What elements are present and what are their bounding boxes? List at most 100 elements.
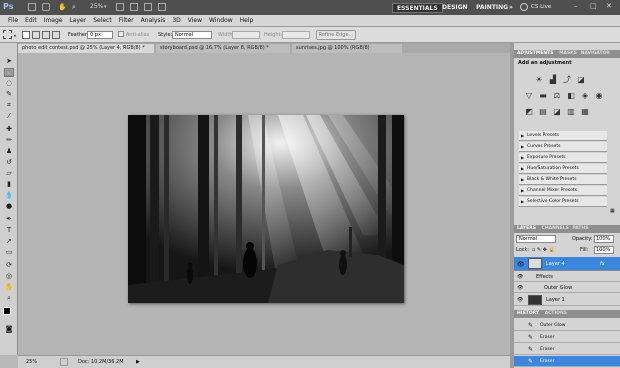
healing-brush-tool-icon[interactable]: ✚ (4, 125, 14, 134)
workspace-design[interactable]: DESIGN (438, 3, 472, 13)
preset-dropdown-icon[interactable]: ▾ (14, 33, 16, 38)
tab-navigator[interactable]: NAVIGATOR (581, 51, 610, 56)
history-item[interactable]: ✎ Eraser (514, 344, 620, 355)
shape-tool-icon[interactable]: ▭ (4, 248, 14, 257)
marquee-tool-icon[interactable]: ⬚ (4, 68, 14, 77)
adjustments-options-icon[interactable]: ▦ (610, 208, 615, 214)
vibrance-icon[interactable]: ▽ (524, 91, 534, 101)
zoom-level[interactable]: 25% (90, 3, 103, 11)
hue-saturation-icon[interactable]: ▬ (538, 91, 548, 101)
lasso-tool-icon[interactable]: ◌ (4, 79, 14, 88)
canvas-area[interactable] (18, 53, 510, 355)
curves-icon[interactable]: ⤴ (562, 75, 572, 85)
history-item[interactable]: ✎ Eraser (514, 356, 620, 367)
posterize-icon[interactable]: ▤ (538, 107, 548, 117)
camera-icon[interactable] (42, 3, 50, 11)
adjustment-preset-item[interactable]: Channel Mixer Presets (519, 186, 607, 196)
close-icon[interactable]: ✕ (606, 2, 612, 10)
tab-history[interactable]: HISTORY (517, 311, 539, 316)
arrange-documents-icon[interactable] (144, 3, 152, 11)
adjustment-preset-item[interactable]: Black & White Presets (519, 175, 607, 185)
color-balance-icon[interactable]: ⚖ (552, 91, 562, 101)
levels-icon[interactable]: ▟ (548, 75, 558, 85)
menu-view[interactable]: View (188, 15, 202, 27)
menu-image[interactable]: Image (44, 15, 63, 27)
menu-window[interactable]: Window (209, 15, 233, 27)
workspace-more[interactable]: » (505, 3, 517, 13)
tab-channels[interactable]: CHANNELS (542, 226, 569, 231)
gradient-map-icon[interactable]: ▥ (566, 107, 576, 117)
antialias-checkbox[interactable] (118, 31, 124, 37)
threshold-icon[interactable]: ◪ (552, 107, 562, 117)
history-item[interactable]: ✎ Outer Glow (514, 320, 620, 331)
foreground-color-swatch[interactable] (3, 307, 11, 315)
fill-input[interactable]: 100% (594, 246, 614, 254)
workspace-essentials[interactable]: ESSENTIALS (392, 3, 443, 13)
outer-glow-eye-icon[interactable]: 👁 (517, 285, 523, 291)
zoom-icon[interactable]: ⌕ (72, 3, 81, 11)
layer-row-selected[interactable]: 👁 Layer 4 fx (514, 257, 620, 271)
blur-tool-icon[interactable]: 💧 (4, 191, 14, 200)
subtract-selection-icon[interactable] (42, 31, 50, 39)
lock-icons[interactable]: ▫ ✎ ✥ 🔒 (532, 247, 555, 253)
type-tool-icon[interactable]: T (4, 226, 14, 235)
photo-filter-icon[interactable]: ◈ (580, 91, 590, 101)
brightness-icon[interactable]: ☀ (534, 75, 544, 85)
menu-filter[interactable]: Filter (119, 15, 134, 27)
hand-icon[interactable]: ✋ (58, 3, 67, 11)
dodge-tool-icon[interactable]: ● (4, 202, 14, 211)
menu-analysis[interactable]: Analysis (141, 15, 166, 27)
width-input[interactable] (232, 31, 260, 39)
refine-edge-button[interactable]: Refine Edge... (316, 30, 356, 40)
eraser-tool-icon[interactable]: ▱ (4, 169, 14, 178)
adjustment-preset-item[interactable]: Hue/Saturation Presets (519, 164, 607, 174)
fx-badge[interactable]: fx (600, 261, 605, 267)
tab-sunrises[interactable]: sunrises.jpg @ 100% (RGB/8) (292, 44, 402, 53)
effects-eye-icon[interactable]: 👁 (517, 274, 523, 280)
style-select[interactable]: Normal (172, 31, 212, 39)
tab-masks[interactable]: MASKS (559, 51, 577, 56)
channel-mixer-icon[interactable]: ◉ (594, 91, 604, 101)
3d-orbit-tool-icon[interactable]: ◎ (4, 272, 14, 281)
zoom-tool-icon[interactable]: ⌕ (4, 294, 14, 303)
add-selection-icon[interactable] (32, 31, 40, 39)
adjustment-preset-item[interactable]: Levels Presets (519, 131, 607, 141)
menu-edit[interactable]: Edit (25, 15, 37, 27)
move-tool-icon[interactable]: ➤ (4, 57, 14, 66)
brush-tool-icon[interactable]: ✏ (4, 136, 14, 145)
menu-help[interactable]: Help (240, 15, 254, 27)
cs-live-icon[interactable] (520, 3, 528, 11)
crop-tool-icon[interactable]: ⌗ (4, 101, 14, 110)
layer-effects-row[interactable]: 👁 Effects (514, 272, 620, 282)
invert-icon[interactable]: ◩ (524, 107, 534, 117)
tab-layers[interactable]: LAYERS (517, 226, 536, 231)
height-input[interactable] (282, 31, 310, 39)
layer-name[interactable]: Layer 4 (546, 261, 565, 267)
adjustment-preset-item[interactable]: Selective Color Presets (519, 197, 607, 207)
adjustment-preset-item[interactable]: Exposure Presets (519, 153, 607, 163)
eyedropper-tool-icon[interactable]: ⁄ (4, 112, 14, 121)
quick-select-tool-icon[interactable]: ✎ (4, 90, 14, 99)
mini-bridge-icon[interactable] (28, 3, 36, 11)
hand-tool-icon[interactable]: ✋ (4, 283, 14, 292)
opacity-input[interactable]: 100% (594, 235, 614, 243)
black-white-icon[interactable]: ◧ (566, 91, 576, 101)
maximize-icon[interactable]: □ (590, 2, 597, 10)
3d-rotate-tool-icon[interactable]: ⟳ (4, 261, 14, 270)
quick-mask-icon[interactable]: ◙ (4, 325, 14, 334)
menu-file[interactable]: File (8, 15, 18, 27)
adjustment-preset-item[interactable]: Curves Presets (519, 142, 607, 152)
menu-3d[interactable]: 3D (172, 15, 180, 27)
status-zoom[interactable]: 25% (26, 359, 37, 365)
menu-layer[interactable]: Layer (69, 15, 86, 27)
layer-row[interactable]: 👁 Layer 1 (514, 294, 620, 306)
tab-actions[interactable]: ACTIONS (545, 311, 567, 316)
cs-live-label[interactable]: CS Live (531, 4, 551, 10)
exposure-icon[interactable]: ◪ (576, 75, 586, 85)
clone-stamp-tool-icon[interactable]: ♟ (4, 147, 14, 156)
history-brush-tool-icon[interactable]: ↺ (4, 158, 14, 167)
tab-paths[interactable]: PATHS (572, 226, 588, 231)
zoom-dropdown-icon[interactable]: ▾ (104, 3, 107, 11)
visibility-eye-icon[interactable]: 👁 (517, 261, 525, 268)
marquee-preset-icon[interactable] (3, 30, 12, 39)
